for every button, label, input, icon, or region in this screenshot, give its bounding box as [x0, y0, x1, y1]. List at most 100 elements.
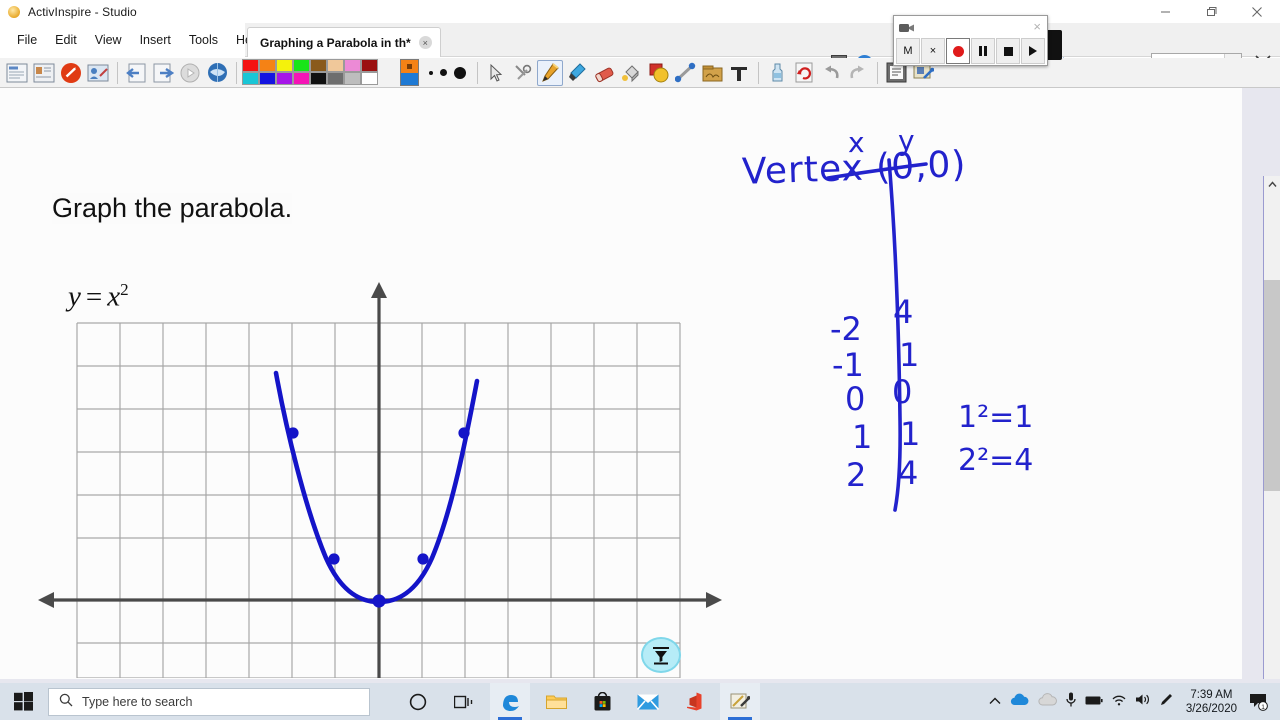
swatch-red[interactable]: [241, 59, 259, 72]
swatch-peach[interactable]: [326, 59, 344, 72]
vertical-scrollbar[interactable]: [1263, 176, 1280, 720]
swatch-darkred[interactable]: [360, 59, 378, 72]
cloud-icon[interactable]: [1038, 692, 1057, 711]
color-palette[interactable]: [241, 59, 395, 86]
show-hidden-icons[interactable]: [989, 693, 1001, 711]
tool-strip: [0, 58, 1280, 88]
funnel-icon[interactable]: [641, 637, 681, 673]
clock[interactable]: 7:39 AM 3/26/2020: [1186, 688, 1237, 716]
task-view-icon[interactable]: [444, 683, 484, 720]
pen-width-selector[interactable]: [429, 66, 466, 79]
highlighter-icon[interactable]: [564, 60, 590, 86]
file-explorer-icon[interactable]: [536, 683, 576, 720]
search-input[interactable]: Type here to search: [48, 687, 370, 716]
swatch-orange[interactable]: [258, 59, 276, 72]
swatch-gray[interactable]: [326, 72, 344, 85]
table-y-1: 1: [899, 336, 920, 374]
flipchart-page[interactable]: Graph the parabola. y = x2 Vertex (0,0) …: [0, 88, 1242, 683]
redo-icon[interactable]: [845, 60, 871, 86]
recorder-close-icon[interactable]: ×: [1033, 19, 1041, 34]
document-tab-close-icon[interactable]: ×: [418, 36, 432, 49]
clipart-icon[interactable]: [699, 60, 725, 86]
pen-icon[interactable]: [537, 59, 563, 86]
stop-button[interactable]: [996, 38, 1020, 64]
swatch-black[interactable]: [309, 72, 327, 85]
volume-icon[interactable]: [1135, 693, 1150, 711]
swatch-lightgray[interactable]: [343, 72, 361, 85]
current-color-indicator[interactable]: [400, 59, 419, 86]
reset-page-icon[interactable]: [791, 60, 817, 86]
undo-icon[interactable]: [818, 60, 844, 86]
onedrive-icon[interactable]: [1010, 693, 1029, 711]
swatch-cyan[interactable]: [241, 72, 259, 85]
connector-icon[interactable]: [672, 60, 698, 86]
previous-page-icon[interactable]: [123, 60, 149, 86]
activinspire-icon: [6, 4, 22, 20]
office-icon[interactable]: [674, 683, 714, 720]
menu-item-file[interactable]: File: [8, 29, 46, 51]
document-tab[interactable]: Graphing a Parabola in th* ×: [247, 27, 441, 57]
pause-button[interactable]: [971, 38, 995, 64]
pen-icon[interactable]: [1159, 693, 1173, 711]
play-icon[interactable]: [177, 60, 203, 86]
record-button[interactable]: [946, 38, 970, 64]
battery-icon[interactable]: [1085, 693, 1103, 711]
next-page-icon[interactable]: [150, 60, 176, 86]
swatch-yellow[interactable]: [275, 59, 293, 72]
pen-width-medium[interactable]: [440, 69, 447, 76]
eraser-icon[interactable]: [591, 60, 617, 86]
play-button[interactable]: [1021, 38, 1045, 64]
menu-item-tools[interactable]: Tools: [180, 29, 227, 51]
mode-button[interactable]: M: [896, 38, 920, 64]
menu-item-insert[interactable]: Insert: [131, 29, 180, 51]
scrollbar-thumb[interactable]: [1264, 280, 1280, 491]
swatch-blue[interactable]: [258, 72, 276, 85]
swatch-magenta[interactable]: [292, 72, 310, 85]
windows-taskbar: Type here to search 7:39 AM 3/26/2020 1: [0, 683, 1280, 720]
axes: [48, 291, 712, 678]
menu-bar: File Edit View Insert Tools Help: [0, 23, 262, 57]
marquee-select-icon[interactable]: [510, 60, 536, 86]
close-recorder-button[interactable]: ×: [921, 38, 945, 64]
menu-item-view[interactable]: View: [86, 29, 131, 51]
fill-icon[interactable]: [618, 60, 644, 86]
screen-recorder-toolbar[interactable]: × M ×: [893, 15, 1048, 66]
clear-icon[interactable]: [764, 60, 790, 86]
maximize-button[interactable]: [1188, 0, 1234, 23]
open-flipchart-icon[interactable]: [31, 60, 57, 86]
select-icon[interactable]: [483, 60, 509, 86]
profile-icon[interactable]: [85, 60, 111, 86]
mail-icon[interactable]: [628, 683, 668, 720]
title-bar: ActivInspire - Studio: [0, 0, 1280, 23]
shape-icon[interactable]: [645, 60, 671, 86]
notification-center-icon[interactable]: 1: [1246, 683, 1272, 720]
swatch-purple[interactable]: [275, 72, 293, 85]
cancel-icon[interactable]: [58, 60, 84, 86]
new-flipchart-icon[interactable]: [4, 60, 30, 86]
activinspire-taskbar-icon[interactable]: [720, 683, 760, 720]
work-line-2: 2²=4: [958, 443, 1034, 478]
swatch-brown[interactable]: [309, 59, 327, 72]
browser-icon[interactable]: [204, 60, 230, 86]
pen-width-large[interactable]: [454, 66, 466, 79]
mic-icon[interactable]: [1066, 692, 1076, 712]
swatch-pink[interactable]: [343, 59, 361, 72]
close-button[interactable]: [1234, 0, 1280, 23]
wifi-icon[interactable]: [1112, 693, 1126, 711]
edge-icon[interactable]: [490, 683, 530, 720]
scroll-up-button[interactable]: [1264, 176, 1280, 193]
minimize-button[interactable]: [1142, 0, 1188, 23]
cortana-icon[interactable]: [398, 683, 438, 720]
microsoft-store-icon[interactable]: [582, 683, 622, 720]
menu-item-edit[interactable]: Edit: [46, 29, 86, 51]
table-header-y: y: [898, 124, 915, 157]
swatch-green[interactable]: [292, 59, 310, 72]
table-y-3: 1: [900, 415, 921, 453]
swatch-white[interactable]: [360, 72, 378, 85]
text-icon[interactable]: [726, 60, 752, 86]
pen-width-small[interactable]: [429, 70, 433, 75]
canvas-area[interactable]: Graph the parabola. y = x2 Vertex (0,0) …: [0, 88, 1280, 720]
activinspire-window: ActivInspire - Studio File Edit View Ins…: [0, 0, 1280, 720]
windows-start-icon[interactable]: [0, 683, 46, 720]
taskbar-items: [398, 683, 760, 720]
